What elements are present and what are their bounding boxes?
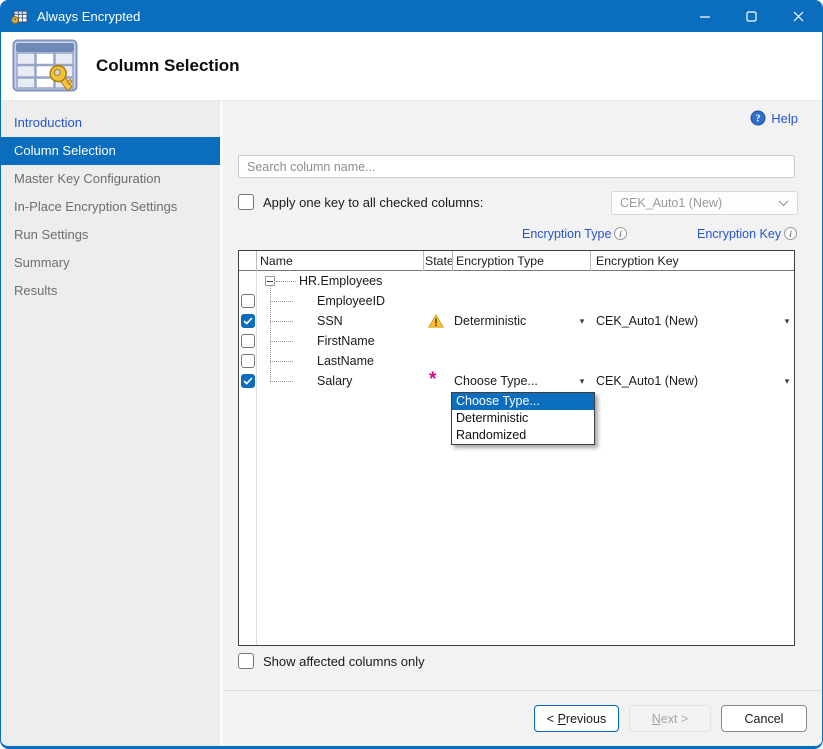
encryption-key-link[interactable]: Encryption Key: [697, 227, 781, 241]
encryption-type-dropdown-arrow[interactable]: ▾: [575, 311, 589, 331]
grid-header-encryption-key: Encryption Key: [596, 251, 679, 271]
tree-branch-line: [270, 381, 293, 382]
sidebar-item-column-selection[interactable]: Column Selection: [1, 137, 220, 165]
encryption-type-dropdown-arrow[interactable]: ▾: [575, 371, 589, 391]
column-name-label: SSN: [317, 311, 343, 331]
sidebar-item-summary[interactable]: Summary: [1, 249, 220, 277]
tree-branch-line: [270, 361, 293, 362]
required-asterisk-icon: *: [429, 369, 436, 391]
chevron-down-icon: [778, 200, 789, 207]
table-key-icon: [12, 39, 79, 94]
grid-header-state: State: [425, 251, 454, 271]
row-checkbox-salary[interactable]: [241, 374, 255, 388]
page-title: Column Selection: [96, 56, 240, 76]
wizard-steps-sidebar: Introduction Column Selection Master Key…: [1, 101, 223, 746]
table-row[interactable]: EmployeeID: [239, 291, 794, 311]
column-name-label: LastName: [317, 351, 374, 371]
column-name-label: EmployeeID: [317, 291, 385, 311]
search-input[interactable]: [238, 155, 795, 178]
dropdown-option-choose-type[interactable]: Choose Type...: [452, 393, 594, 410]
maximize-button[interactable]: [728, 1, 775, 32]
maximize-icon: [746, 11, 757, 22]
previous-button[interactable]: < Previous: [534, 705, 619, 732]
minimize-button[interactable]: [681, 1, 728, 32]
sidebar-item-results[interactable]: Results: [1, 277, 220, 305]
apply-one-key-checkbox[interactable]: [238, 194, 254, 210]
check-icon: [243, 317, 253, 325]
master-cek-combobox: CEK_Auto1 (New): [611, 191, 798, 215]
collapse-expander-icon[interactable]: [265, 276, 275, 286]
table-group-row[interactable]: HR.Employees: [239, 271, 794, 291]
table-row[interactable]: FirstName: [239, 331, 794, 351]
close-icon: [793, 11, 804, 22]
row-checkbox-lastname[interactable]: [241, 354, 255, 368]
page-header: Column Selection: [1, 32, 822, 101]
show-affected-columns-label: Show affected columns only: [263, 654, 425, 669]
encryption-key-info-icon[interactable]: i: [784, 227, 797, 240]
help-label: Help: [771, 111, 798, 126]
encryption-type-dropdown-list: Choose Type... Deterministic Randomized: [451, 392, 595, 445]
row-checkbox-employeeid[interactable]: [241, 294, 255, 308]
sidebar-item-master-key-configuration[interactable]: Master Key Configuration: [1, 165, 220, 193]
svg-text:?: ?: [756, 114, 761, 125]
grid-header-row: Name State Encryption Type Encryption Ke…: [239, 251, 794, 271]
help-link[interactable]: ? Help: [750, 110, 798, 126]
encryption-key-dropdown-arrow[interactable]: ▾: [780, 371, 794, 391]
next-button: Next >: [629, 705, 711, 732]
encryption-type-link[interactable]: Encryption Type: [522, 227, 611, 241]
tree-branch-line: [276, 281, 296, 282]
row-checkbox-ssn[interactable]: [241, 314, 255, 328]
encryption-key-value: CEK_Auto1 (New): [596, 311, 698, 331]
dropdown-option-randomized[interactable]: Randomized: [452, 427, 594, 444]
close-button[interactable]: [775, 1, 822, 32]
show-affected-columns-checkbox[interactable]: [238, 653, 254, 669]
tree-branch-line: [270, 341, 293, 342]
always-encrypted-wizard-window: Always Encrypted: [0, 0, 823, 749]
encryption-key-dropdown-arrow[interactable]: ▾: [780, 311, 794, 331]
footer-bar: < Previous Next > Cancel: [223, 690, 822, 746]
column-selection-pane: ? Help Apply one key to all checked colu…: [223, 101, 822, 746]
table-row[interactable]: LastName: [239, 351, 794, 371]
encryption-key-value: CEK_Auto1 (New): [596, 371, 698, 391]
title-bar: Always Encrypted: [1, 1, 822, 32]
grid-header-name: Name: [260, 251, 293, 271]
encryption-type-info-icon[interactable]: i: [614, 227, 627, 240]
row-checkbox-firstname[interactable]: [241, 334, 255, 348]
help-icon: ?: [750, 110, 766, 126]
grid-header-encryption-type: Encryption Type: [456, 251, 544, 271]
column-name-label: Salary: [317, 371, 352, 391]
table-row[interactable]: SSN Deterministic ▾ CEK_Auto1 (New) ▾: [239, 311, 794, 331]
tree-branch-line: [270, 301, 293, 302]
encryption-type-value: Deterministic: [454, 311, 526, 331]
tree-branch-line: [270, 321, 293, 322]
check-icon: [243, 377, 253, 385]
window-title: Always Encrypted: [37, 9, 140, 24]
app-table-key-icon: [11, 9, 28, 25]
sidebar-item-run-settings[interactable]: Run Settings: [1, 221, 220, 249]
warning-icon: [428, 314, 444, 328]
columns-grid: Name State Encryption Type Encryption Ke…: [238, 250, 795, 646]
column-name-label: FirstName: [317, 331, 375, 351]
sidebar-item-in-place-encryption-settings[interactable]: In-Place Encryption Settings: [1, 193, 220, 221]
table-name-label: HR.Employees: [299, 271, 382, 291]
cancel-button[interactable]: Cancel: [721, 705, 807, 732]
table-row[interactable]: Salary * Choose Type... ▾ CEK_Auto1 (New…: [239, 371, 794, 391]
dropdown-option-deterministic[interactable]: Deterministic: [452, 410, 594, 427]
sidebar-item-introduction[interactable]: Introduction: [1, 109, 220, 137]
master-cek-value: CEK_Auto1 (New): [620, 196, 722, 210]
apply-one-key-label: Apply one key to all checked columns:: [263, 195, 483, 210]
minimize-icon: [699, 11, 711, 23]
encryption-type-value: Choose Type...: [454, 371, 538, 391]
